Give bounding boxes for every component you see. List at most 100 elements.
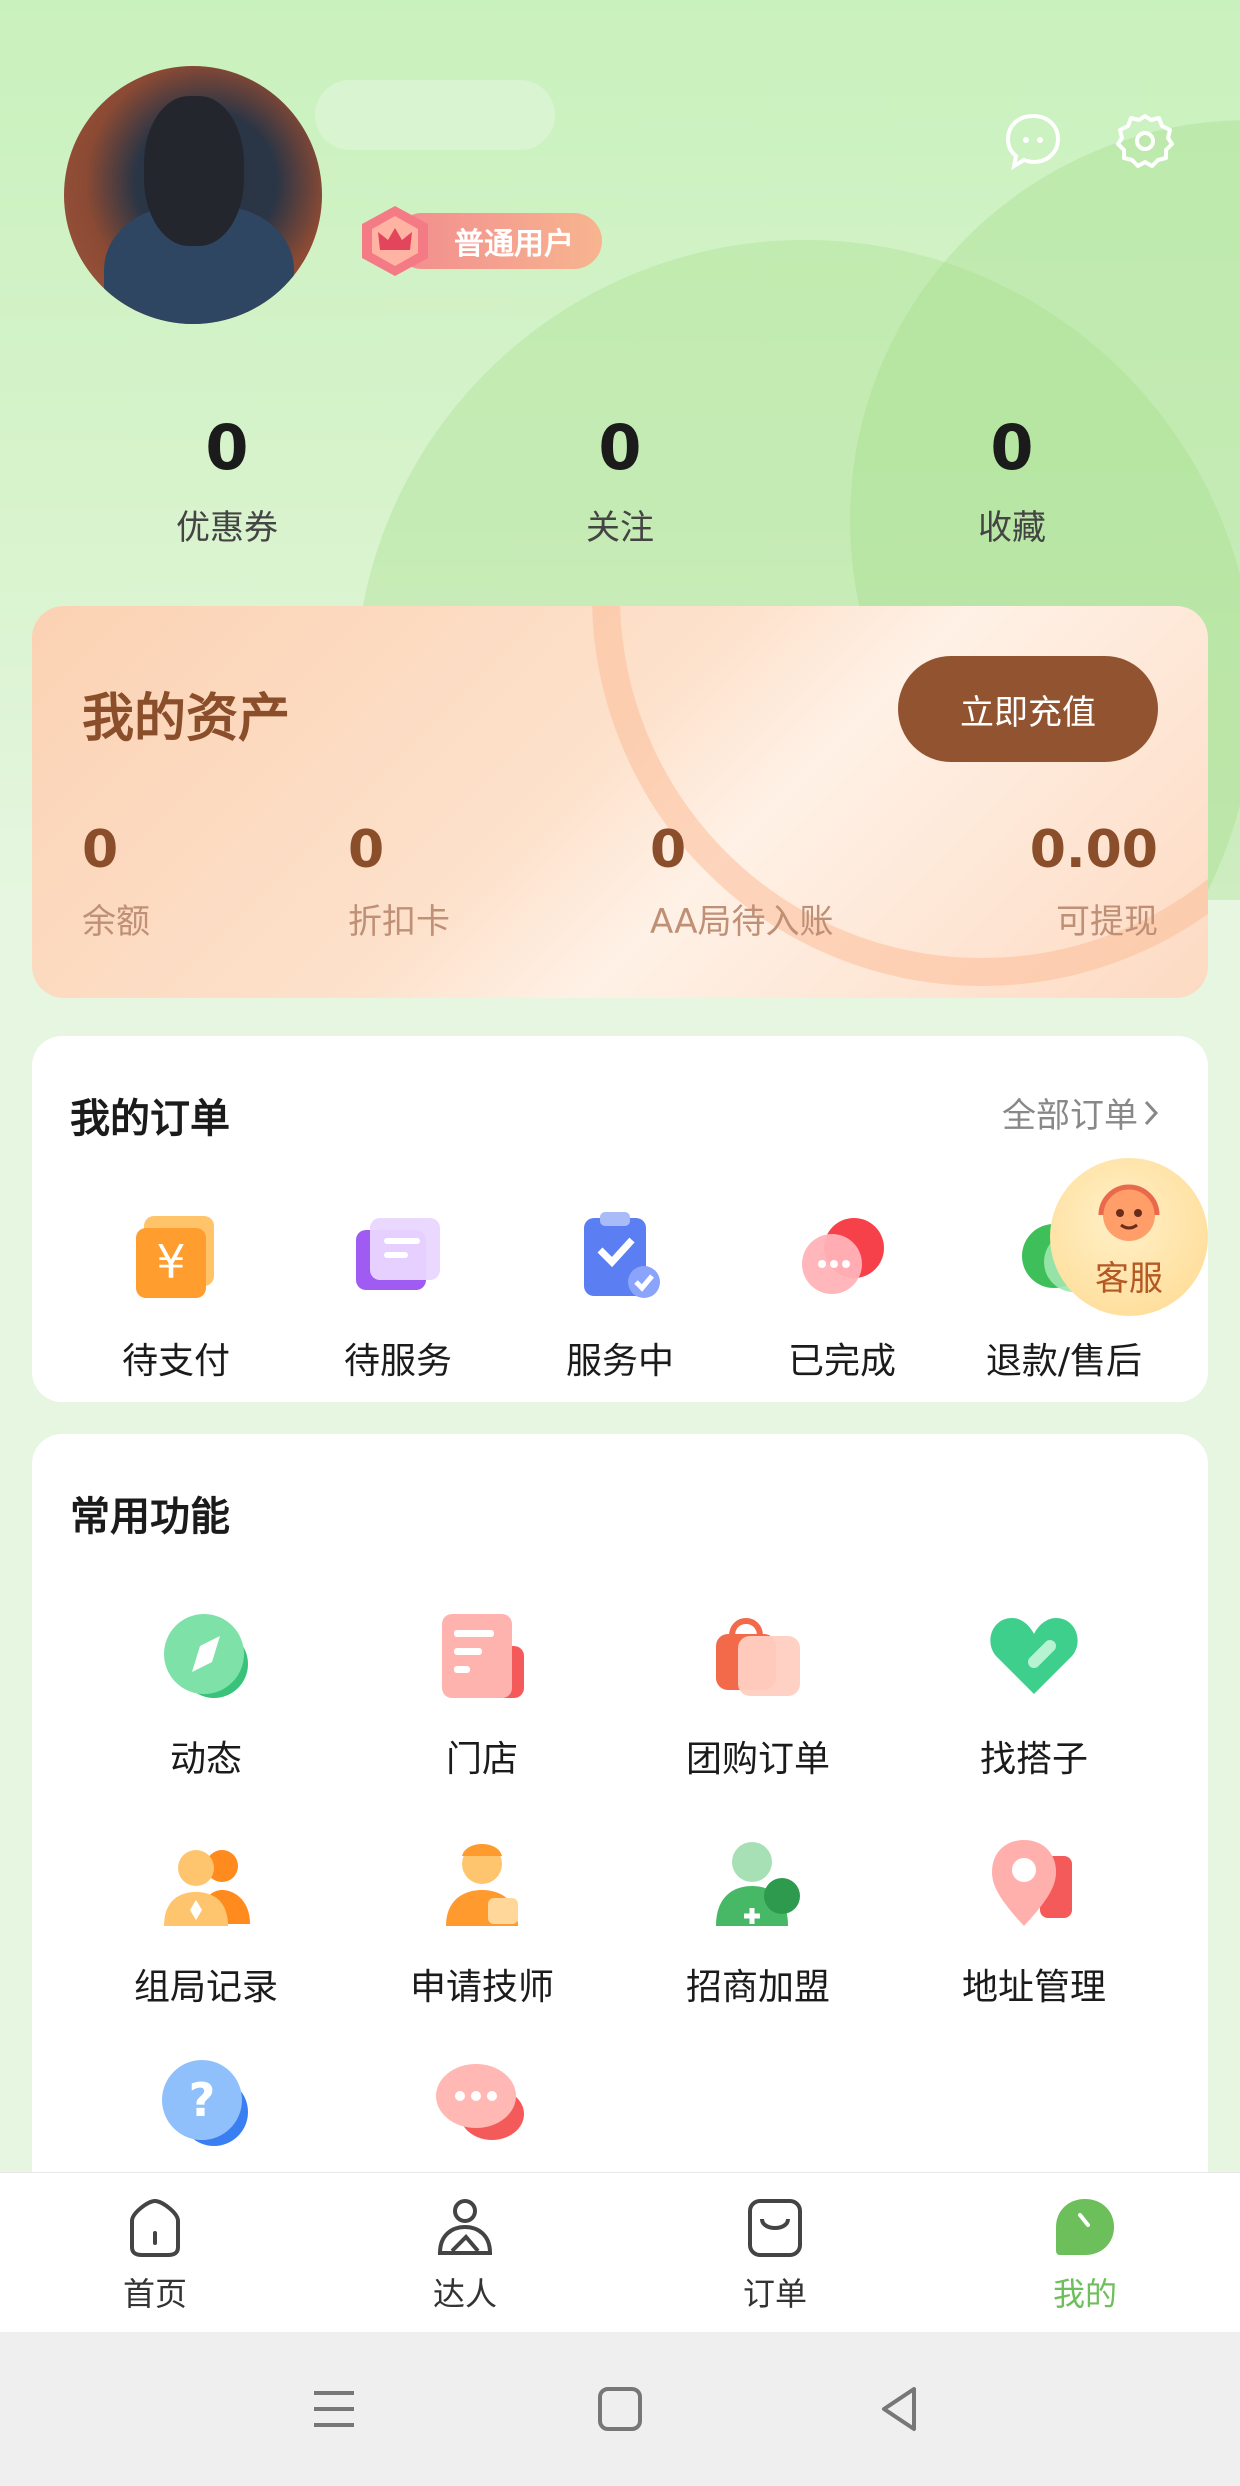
chevron-right-icon	[1144, 1100, 1159, 1125]
all-orders-label: 全部订单	[1002, 1096, 1138, 1136]
support-agent-icon	[1098, 1184, 1160, 1241]
function-label: 动态	[169, 1739, 242, 1780]
svg-text:?: ?	[189, 2073, 216, 2127]
back-icon[interactable]	[868, 2377, 932, 2441]
menu-icon[interactable]	[302, 2377, 366, 2441]
stat-favorites[interactable]: 0 收藏	[882, 408, 1142, 549]
order-pending-payment[interactable]: ¥ 待支付	[66, 1206, 286, 1384]
message-icon	[436, 2064, 524, 2140]
group-icon	[164, 1850, 250, 1926]
function-label: 找搭子	[979, 1739, 1088, 1780]
order-pending-service[interactable]: 待服务	[288, 1206, 508, 1384]
tab-orders[interactable]: 订单	[695, 2195, 855, 2315]
clipboard-check-icon	[584, 1212, 660, 1298]
asset-value: 0	[348, 820, 385, 880]
function-moments[interactable]: 动态	[68, 1606, 344, 1782]
bottom-tab-bar: 首页 达人 订单 我的	[0, 2172, 1240, 2332]
talent-icon	[437, 2199, 493, 2255]
heart-icon	[990, 1618, 1078, 1694]
asset-value: 0	[650, 820, 687, 880]
asset-withdrawable[interactable]: 0.00 可提现	[1030, 820, 1158, 943]
function-apply-technician[interactable]: 申请技师	[344, 1834, 620, 2010]
function-label: 门店	[445, 1739, 518, 1780]
system-nav-bar	[0, 2332, 1240, 2486]
order-label: 待支付	[121, 1341, 230, 1382]
asset-value: 0.00	[1029, 820, 1158, 880]
order-label: 已完成	[787, 1341, 896, 1382]
function-address[interactable]: 地址管理	[896, 1834, 1172, 2010]
function-label: 申请技师	[409, 1967, 554, 2008]
function-group-orders[interactable]: 团购订单	[620, 1606, 896, 1782]
function-store[interactable]: 门店	[344, 1606, 620, 1782]
functions-title: 常用功能	[70, 1494, 230, 1540]
function-group-records[interactable]: 组局记录	[68, 1834, 344, 2010]
assets-title: 我的资产	[82, 689, 291, 749]
stat-coupons[interactable]: 0 优惠券	[97, 408, 357, 549]
asset-label: 可提现	[1056, 902, 1158, 942]
asset-aa-pending[interactable]: 0 AA局待入账	[650, 820, 833, 943]
order-label: 服务中	[565, 1341, 674, 1382]
asset-label: 余额	[82, 902, 150, 942]
compass-icon	[164, 1614, 248, 1698]
asset-value: 0	[82, 820, 119, 880]
user-level-badge: 普通用户	[356, 206, 602, 276]
tab-talent[interactable]: 达人	[385, 2195, 545, 2315]
yuan-wallet-icon: ¥	[136, 1216, 214, 1298]
home-button-icon[interactable]	[588, 2377, 652, 2441]
chat-bubble-icon	[802, 1218, 884, 1294]
stat-value: 0	[990, 411, 1034, 484]
username-blurred	[315, 80, 555, 150]
orders-card: 我的订单 全部订单 ¥ 待支付 待服务 服务中 已完成 退款/售后	[32, 1036, 1208, 1402]
order-label: 待服务	[343, 1341, 452, 1382]
stat-label: 收藏	[978, 508, 1046, 548]
tab-label: 达人	[432, 2275, 497, 2313]
asset-balance[interactable]: 0 余额	[82, 820, 150, 943]
asset-discount-card[interactable]: 0 折扣卡	[348, 820, 450, 943]
orders-title: 我的订单	[70, 1096, 230, 1142]
technician-icon	[446, 1844, 518, 1926]
functions-card: 常用功能 动态 门店 团购订单 找搭子 组局记录 申请技师 招商加盟 地址管理 …	[32, 1434, 1208, 2214]
order-in-service[interactable]: 服务中	[510, 1206, 730, 1384]
function-label: 团购订单	[685, 1739, 830, 1780]
avatar[interactable]	[64, 66, 322, 324]
function-label: 招商加盟	[685, 1967, 830, 2008]
tab-mine[interactable]: 我的	[1005, 2195, 1165, 2315]
asset-label: AA局待入账	[650, 902, 834, 942]
svg-text:¥: ¥	[156, 1235, 185, 1289]
function-franchise[interactable]: 招商加盟	[620, 1834, 896, 2010]
order-label: 退款/售后	[985, 1341, 1143, 1382]
stat-label: 优惠券	[176, 508, 278, 548]
gear-icon[interactable]	[1116, 112, 1174, 170]
add-user-icon	[716, 1842, 800, 1926]
asset-label: 折扣卡	[348, 902, 450, 942]
shopping-bag-icon	[716, 1618, 800, 1696]
bag-icon	[748, 2199, 802, 2257]
tab-label: 首页	[122, 2275, 187, 2313]
function-help[interactable]: ?	[68, 2054, 344, 2178]
tab-label: 订单	[742, 2275, 807, 2313]
card-icon	[356, 1218, 440, 1290]
mine-icon	[1056, 2199, 1114, 2255]
recharge-button[interactable]: 立即充值	[898, 656, 1158, 762]
crown-icon	[362, 206, 428, 276]
function-find-partner[interactable]: 找搭子	[896, 1606, 1172, 1782]
stat-label: 关注	[586, 508, 654, 548]
home-icon	[130, 2198, 180, 2257]
stat-value: 0	[598, 411, 642, 484]
customer-service-button[interactable]: 客服	[1050, 1158, 1208, 1316]
order-completed[interactable]: 已完成	[732, 1206, 952, 1384]
stat-value: 0	[205, 411, 249, 484]
location-icon	[992, 1840, 1072, 1926]
store-icon	[442, 1614, 524, 1698]
function-label: 组局记录	[133, 1967, 278, 2008]
tab-label: 我的	[1052, 2275, 1117, 2313]
help-icon: ?	[162, 2060, 248, 2146]
stat-following[interactable]: 0 关注	[490, 408, 750, 549]
assets-card: 我的资产 立即充值 0 余额 0 折扣卡 0 AA局待入账 0.00 可提现	[32, 606, 1208, 998]
message-icon[interactable]	[1004, 112, 1062, 170]
function-messages[interactable]	[344, 2054, 620, 2178]
tab-home[interactable]: 首页	[75, 2195, 235, 2315]
customer-service-label: 客服	[1095, 1259, 1163, 1299]
function-label: 地址管理	[961, 1967, 1106, 2008]
all-orders-link[interactable]: 全部订单	[1002, 1088, 1164, 1137]
